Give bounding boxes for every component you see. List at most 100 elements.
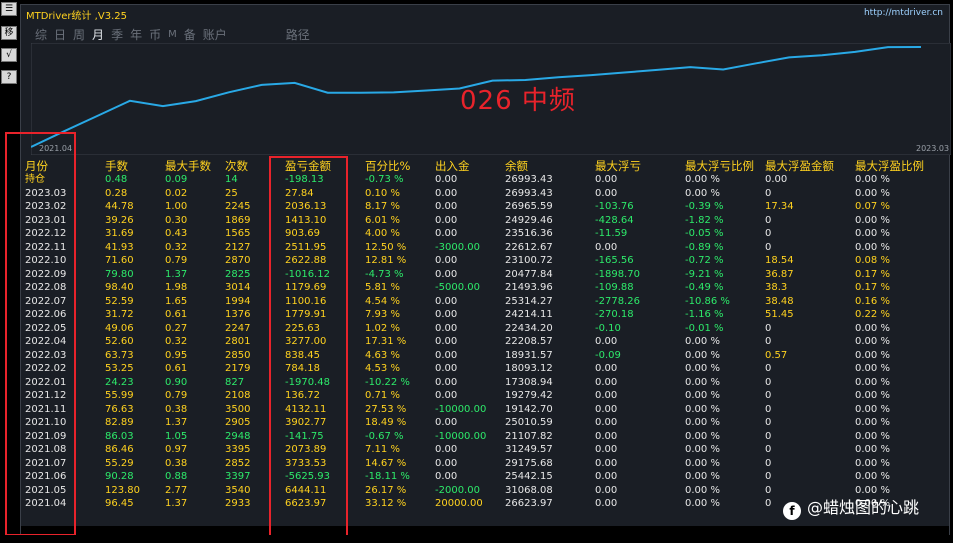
cell-deposit: 0.00 [435, 363, 458, 374]
cell-max-float-profit: 0 [765, 241, 772, 253]
cell-max-lots: 0.95 [165, 349, 188, 361]
cell-max-lots: 0.32 [165, 336, 188, 347]
tab-quarter[interactable]: 季 [111, 26, 123, 43]
table-row: 2021.11 76.63 0.38 3500 4132.11 27.53 % -10000… [21, 403, 951, 416]
cell-max-lots: 1.00 [165, 201, 188, 212]
cell-count: 3014 [225, 282, 251, 293]
cell-max-float-profit: 0 [765, 228, 772, 239]
move-button[interactable]: 移 [1, 26, 17, 40]
cell-max-float-loss: -270.18 [595, 309, 634, 320]
chart-annotation: 026 中频 [460, 86, 576, 116]
tab-path[interactable]: 路径 [286, 26, 310, 43]
cell-lots: 63.73 [105, 349, 134, 361]
cell-max-lots: 0.90 [165, 376, 188, 388]
cell-max-float-profit-pct: 0.17 % [855, 282, 890, 293]
cell-max-float-profit: 0 [765, 430, 772, 442]
tab-year[interactable]: 年 [130, 26, 142, 43]
cell-max-float-loss-pct: -0.49 % [685, 282, 724, 293]
cell-count: 3397 [225, 471, 251, 482]
cell-balance: 余额 [505, 159, 528, 173]
cell-max-float-profit-pct: 0.16 % [855, 295, 890, 307]
cell-max-float-profit-pct: 0.00 % [855, 376, 890, 388]
cell-count: 2933 [225, 498, 251, 509]
cell-max-lots: 0.79 [165, 390, 188, 401]
cell-max-float-profit-pct: 0.00 % [855, 349, 890, 361]
cell-max-float-profit: 0 [765, 471, 772, 482]
cell-max-float-profit-pct: 0.00 % [855, 390, 890, 401]
cell-max-float-loss: 0.00 [595, 457, 618, 469]
cell-percent: -0.67 % [365, 430, 404, 442]
cell-lots: 90.28 [105, 471, 134, 482]
cell-percent: 12.50 % [365, 241, 407, 253]
cell-max-float-loss-pct: -1.82 % [685, 214, 724, 226]
cell-max-float-profit: 38.48 [765, 295, 794, 307]
cell-max-lots: 0.97 [165, 444, 188, 455]
cell-count: 25 [225, 187, 238, 199]
cell-max-lots: 0.27 [165, 322, 188, 334]
tab-month[interactable]: 月 [92, 26, 104, 43]
cell-max-float-profit-pct: 0.00 % [855, 241, 890, 253]
table-row: 2022.10 71.60 0.79 2870 2622.88 12.81 % 0.00 23… [21, 254, 951, 267]
table-row: 2022.07 52.59 1.65 1994 1100.16 4.54 % 0.00 253… [21, 295, 951, 308]
cell-max-float-profit-pct: 0.00 % [855, 228, 890, 239]
table-row: 2022.01 24.23 0.90 827 -1970.48 -10.22 % 0.00 1… [21, 376, 951, 389]
tab-summary[interactable]: 综 [35, 26, 47, 43]
cell-max-float-profit: 0.00 [765, 174, 788, 185]
cell-deposit: 20000.00 [435, 498, 483, 509]
cell-max-float-loss: 0.00 [595, 471, 618, 482]
cell-max-float-loss: -0.09 [595, 349, 621, 361]
check-button[interactable]: √ [1, 48, 17, 62]
tab-day[interactable]: 日 [54, 26, 66, 43]
cell-lots: 0.48 [105, 174, 128, 185]
help-button[interactable]: ? [1, 70, 17, 84]
cell-max-float-profit: 0 [765, 498, 772, 509]
cell-max-float-loss: 0.00 [595, 484, 618, 496]
cell-deposit: 0.00 [435, 228, 458, 239]
cell-max-float-profit-pct: 0.00 % [855, 187, 890, 199]
cell-balance: 31249.57 [505, 444, 553, 455]
cell-max-float-loss-pct: 0.00 % [685, 187, 720, 199]
cell-max-float-loss-pct: 0.00 % [685, 498, 720, 509]
cell-max-float-loss: 0.00 [595, 417, 618, 428]
cell-max-lots: 0.43 [165, 228, 188, 239]
cell-deposit: 0.00 [435, 201, 458, 212]
cell-max-float-profit-pct: 0.07 % [855, 201, 890, 212]
tab-week[interactable]: 周 [73, 26, 85, 43]
tab-m[interactable]: M [168, 29, 177, 40]
cell-deposit: 0.00 [435, 457, 458, 469]
cell-max-float-profit: 0 [765, 484, 772, 496]
tab-notes[interactable]: 备 [184, 26, 196, 43]
table-row: 2021.09 86.03 1.05 2948 -141.75 -0.67 % -10000… [21, 430, 951, 443]
cell-percent: 7.93 % [365, 309, 400, 320]
cell-count: 1565 [225, 228, 251, 239]
cell-percent: -4.73 % [365, 268, 404, 280]
cell-count: 次数 [225, 159, 248, 173]
cell-max-float-loss-pct: -0.05 % [685, 228, 724, 239]
cell-max-lots: 1.98 [165, 282, 188, 293]
watermark-logo-icon: f [783, 502, 801, 520]
tab-account[interactable]: 账户 [203, 26, 227, 43]
cell-max-float-profit: 0 [765, 187, 772, 199]
window-title: MTDriver统计 ,V3.25 [26, 11, 127, 22]
watermark-text: @蜡烛图的心跳 [807, 498, 920, 517]
cell-percent: 0.10 % [365, 187, 400, 199]
cell-max-float-loss: 0.00 [595, 498, 618, 509]
cell-max-float-profit: 0 [765, 363, 772, 374]
cell-percent: 百分比% [365, 159, 411, 173]
cell-max-float-loss-pct: 0.00 % [685, 174, 720, 185]
cell-balance: 31068.08 [505, 484, 553, 496]
cell-max-float-loss-pct: -0.72 % [685, 255, 724, 266]
site-link[interactable]: http://mtdriver.cn [864, 8, 943, 18]
cell-deposit: 0.00 [435, 309, 458, 320]
cell-lots: 55.99 [105, 390, 134, 401]
cell-deposit: 0.00 [435, 268, 458, 280]
cell-percent: 4.54 % [365, 295, 400, 307]
cell-max-float-profit: 0 [765, 214, 772, 226]
cell-max-float-profit-pct: 0.00 % [855, 457, 890, 469]
table-row: 2022.06 31.72 0.61 1376 1779.91 7.93 % 0.00 242… [21, 308, 951, 321]
cell-max-float-loss-pct: -1.16 % [685, 309, 724, 320]
cell-max-float-profit: 17.34 [765, 201, 794, 212]
tab-currency[interactable]: 币 [149, 26, 161, 43]
menu-button[interactable]: ☰ [1, 2, 17, 16]
table-row: 2021.06 90.28 0.88 3397 -5625.93 -18.11 % 0.00… [21, 470, 951, 483]
